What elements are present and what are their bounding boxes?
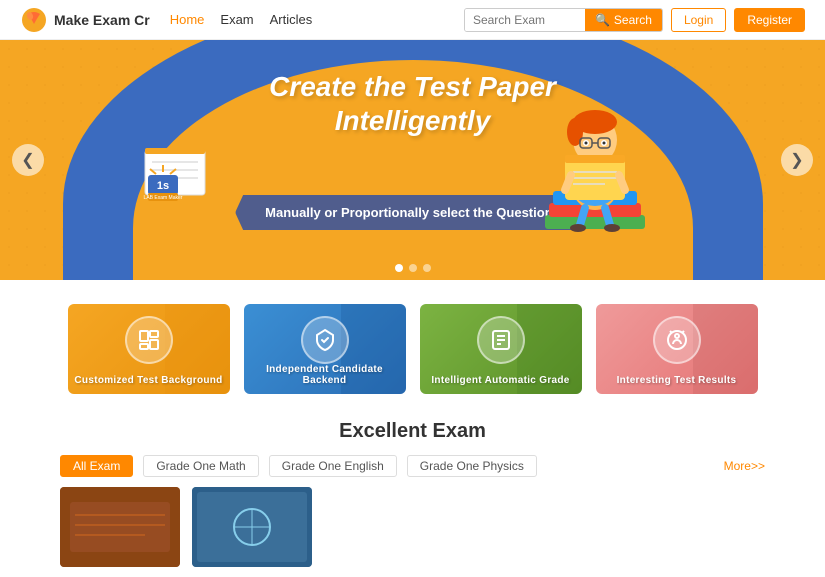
book-svg: 1s LAB Exam Maker [130,120,220,210]
feature-label-3: Interesting Test Results [613,371,741,394]
nav-exam[interactable]: Exam [220,12,253,27]
hero-banner: Create the Test Paper Intelligently Manu… [0,40,825,280]
more-link[interactable]: More>> [724,459,765,473]
feature-card-0[interactable]: Customized Test Background [68,304,230,394]
card-icon-0 [125,316,173,364]
nav-right: 🔍 Search Login Register [464,8,805,32]
search-box: 🔍 Search [464,8,663,32]
tab-grade-one-math[interactable]: Grade One Math [143,455,258,477]
logo-text: Make Exam Cr [54,12,150,28]
nav-links: Home Exam Articles [170,12,313,27]
hero-prev-button[interactable]: ❮ [12,144,44,176]
card-icon-3 [653,316,701,364]
hero-title: Create the Test Paper Intelligently [269,70,556,137]
feature-card-3[interactable]: Interesting Test Results [596,304,758,394]
feature-card-1[interactable]: Independent Candidate Backend [244,304,406,394]
dot-3[interactable] [423,264,431,272]
dot-2[interactable] [409,264,417,272]
card-icon-1 [301,316,349,364]
feature-cards: Customized Test Background Independent C… [0,288,825,410]
exam-card-2[interactable] [192,487,312,567]
kid-illustration [525,60,665,260]
feature-label-2: Intelligent Automatic Grade [427,371,573,394]
search-button[interactable]: 🔍 Search [585,9,662,31]
book-illustration: 1s LAB Exam Maker [130,120,220,210]
exam-tabs: All Exam Grade One Math Grade One Englis… [60,455,765,477]
tab-all-exam[interactable]: All Exam [60,455,133,477]
nav-home[interactable]: Home [170,12,205,27]
logo-area: Make Exam Cr [20,6,150,34]
search-input[interactable] [465,9,585,31]
register-button[interactable]: Register [734,8,805,32]
kid-svg [525,60,665,260]
navbar: Make Exam Cr Home Exam Articles 🔍 Search… [0,0,825,40]
search-icon: 🔍 [595,13,610,27]
exam-card-img-2 [192,487,312,567]
card-icon-2 [477,316,525,364]
tab-grade-one-physics[interactable]: Grade One Physics [407,455,537,477]
exam-card-1[interactable] [60,487,180,567]
login-button[interactable]: Login [671,8,726,32]
divider [0,280,825,288]
exam-card-img-1 [60,487,180,567]
excellent-exam-section: Excellent Exam All Exam Grade One Math G… [0,410,825,577]
exam-cards [60,487,765,567]
excellent-exam-title: Excellent Exam [60,420,765,443]
hero-dots-indicator [395,264,431,272]
feature-label-0: Customized Test Background [70,371,226,394]
hero-next-button[interactable]: ❯ [781,144,813,176]
dot-1[interactable] [395,264,403,272]
feature-label-1: Independent Candidate Backend [244,360,406,394]
logo-icon [20,6,48,34]
tab-grade-one-english[interactable]: Grade One English [269,455,397,477]
svg-text:LAB Exam Maker: LAB Exam Maker [144,195,183,201]
svg-text:1s: 1s [157,180,169,192]
nav-articles[interactable]: Articles [270,12,313,27]
feature-card-2[interactable]: Intelligent Automatic Grade [420,304,582,394]
